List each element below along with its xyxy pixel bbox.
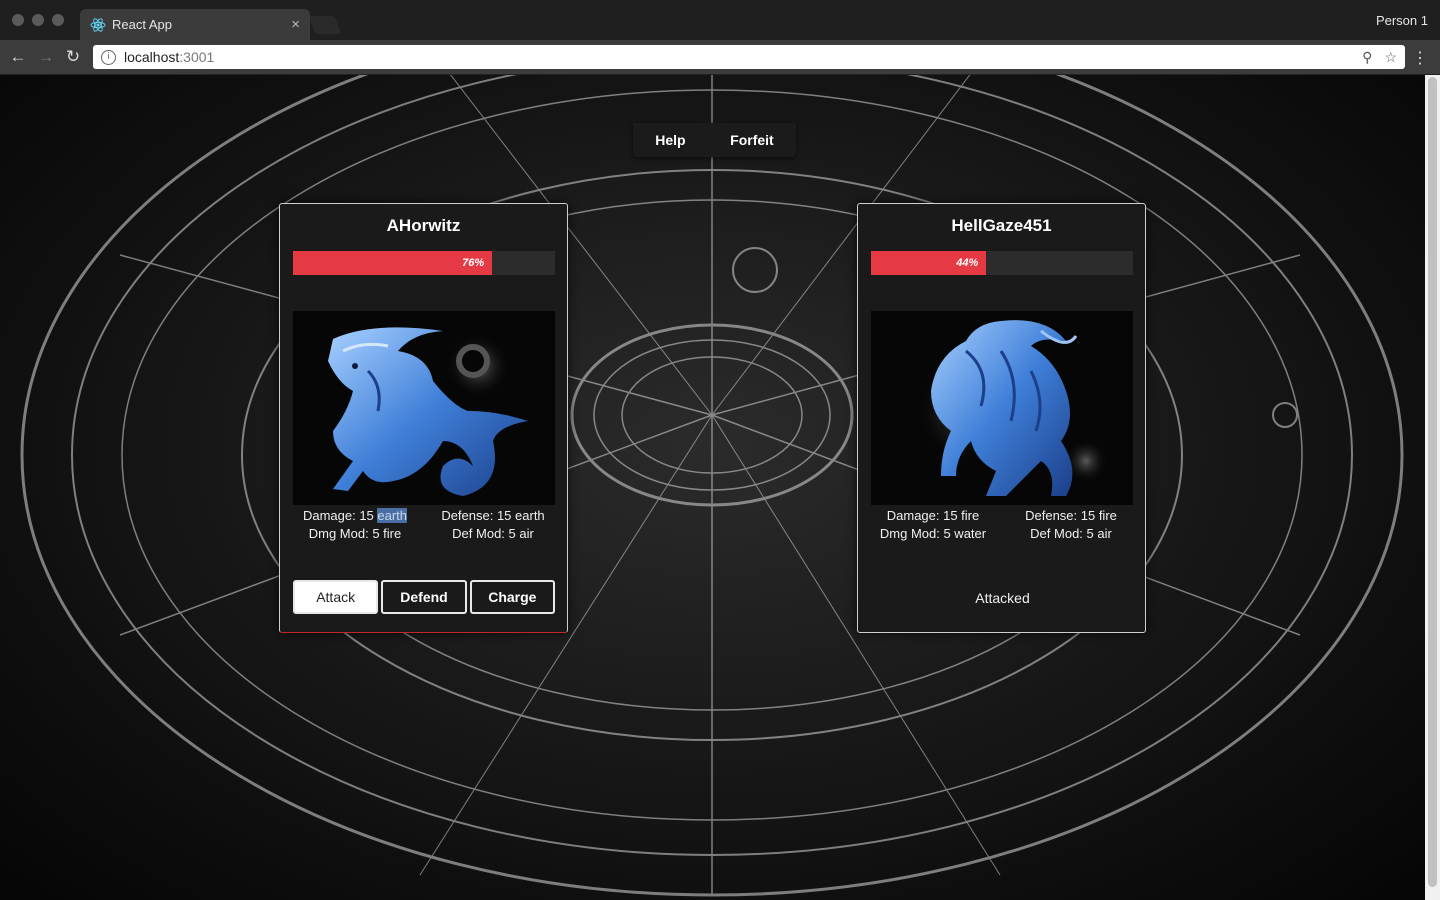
opponent-name: HellGaze451	[951, 216, 1052, 235]
page-viewport: Help Forfeit AHorwitz 76% Damage: 15 ear…	[0, 75, 1425, 900]
player-health-bar: 76%	[293, 251, 555, 275]
profile-button[interactable]: Person 1	[1376, 13, 1428, 28]
close-window-icon[interactable]	[12, 14, 24, 26]
react-logo-icon	[90, 17, 106, 33]
opponent-health-fill: 44%	[871, 251, 987, 275]
capricorn-sign-image	[293, 311, 555, 505]
game-menu-bar: Help Forfeit	[633, 123, 796, 157]
new-tab-button[interactable]	[308, 16, 342, 34]
minimize-window-icon[interactable]	[32, 14, 44, 26]
opponent-defense: Defense: 15 fire	[1025, 508, 1117, 523]
back-arrow-icon[interactable]: ←	[7, 46, 29, 68]
player-card: AHorwitz 76% Damage: 15 earth Defense: 1…	[279, 203, 568, 633]
zodiac-wheel-background	[20, 75, 1404, 897]
opponent-stats: Damage: 15 fire Defense: 15 fire Dmg Mod…	[864, 508, 1140, 541]
opponent-health-bar: 44%	[871, 251, 1133, 275]
opponent-status: Attacked	[975, 590, 1030, 606]
key-icon[interactable]: ⚲	[1362, 49, 1372, 66]
player-damage-text: Damage: 15	[302, 508, 378, 523]
player-actions: Attack Defend Charge	[293, 580, 555, 614]
info-icon[interactable]: i	[101, 49, 116, 65]
help-button[interactable]: Help	[655, 132, 685, 148]
forfeit-button[interactable]: Forfeit	[730, 132, 774, 148]
player-damage-element: earth	[377, 508, 408, 523]
browser-titlebar: React App × Person 1	[0, 0, 1440, 40]
maximize-window-icon[interactable]	[52, 14, 64, 26]
address-bar[interactable]: i localhost:3001 ⚲ ☆	[93, 45, 1405, 69]
browser-tab[interactable]: React App ×	[80, 9, 310, 40]
player-dmg-mod: Dmg Mod: 5 fire	[308, 526, 402, 541]
opponent-card: HellGaze451 44% Damage: 15 fire Defense:…	[857, 203, 1146, 633]
url-host: localhost	[124, 49, 180, 65]
player-stats: Damage: 15 earth Defense: 15 earth Dmg M…	[286, 508, 562, 541]
scrollbar-thumb[interactable]	[1428, 77, 1437, 887]
defend-button[interactable]: Defend	[381, 580, 467, 614]
opponent-def-mod: Def Mod: 5 air	[1030, 526, 1112, 541]
star-icon[interactable]: ☆	[1384, 49, 1397, 66]
player-damage: Damage: 15 earth	[286, 508, 424, 523]
player-health-fill: 76%	[293, 251, 493, 275]
player-def-mod: Def Mod: 5 air	[452, 526, 534, 541]
leo-sign-image	[871, 311, 1133, 505]
attack-button[interactable]: Attack	[293, 580, 379, 614]
tab-title: React App	[112, 17, 172, 32]
tab-close-icon[interactable]: ×	[291, 16, 300, 33]
player-name: AHorwitz	[386, 216, 461, 235]
page-scrollbar[interactable]	[1425, 75, 1440, 900]
forward-arrow-icon[interactable]: →	[35, 46, 57, 68]
url-port: :3001	[179, 49, 215, 65]
player-defense: Defense: 15 earth	[441, 508, 545, 523]
opponent-damage: Damage: 15 fire	[886, 508, 980, 523]
browser-menu-icon[interactable]: ⋮	[1412, 48, 1428, 68]
reload-icon[interactable]: ↻	[62, 46, 84, 68]
opponent-dmg-mod: Dmg Mod: 5 water	[879, 526, 987, 541]
charge-button[interactable]: Charge	[469, 580, 555, 614]
